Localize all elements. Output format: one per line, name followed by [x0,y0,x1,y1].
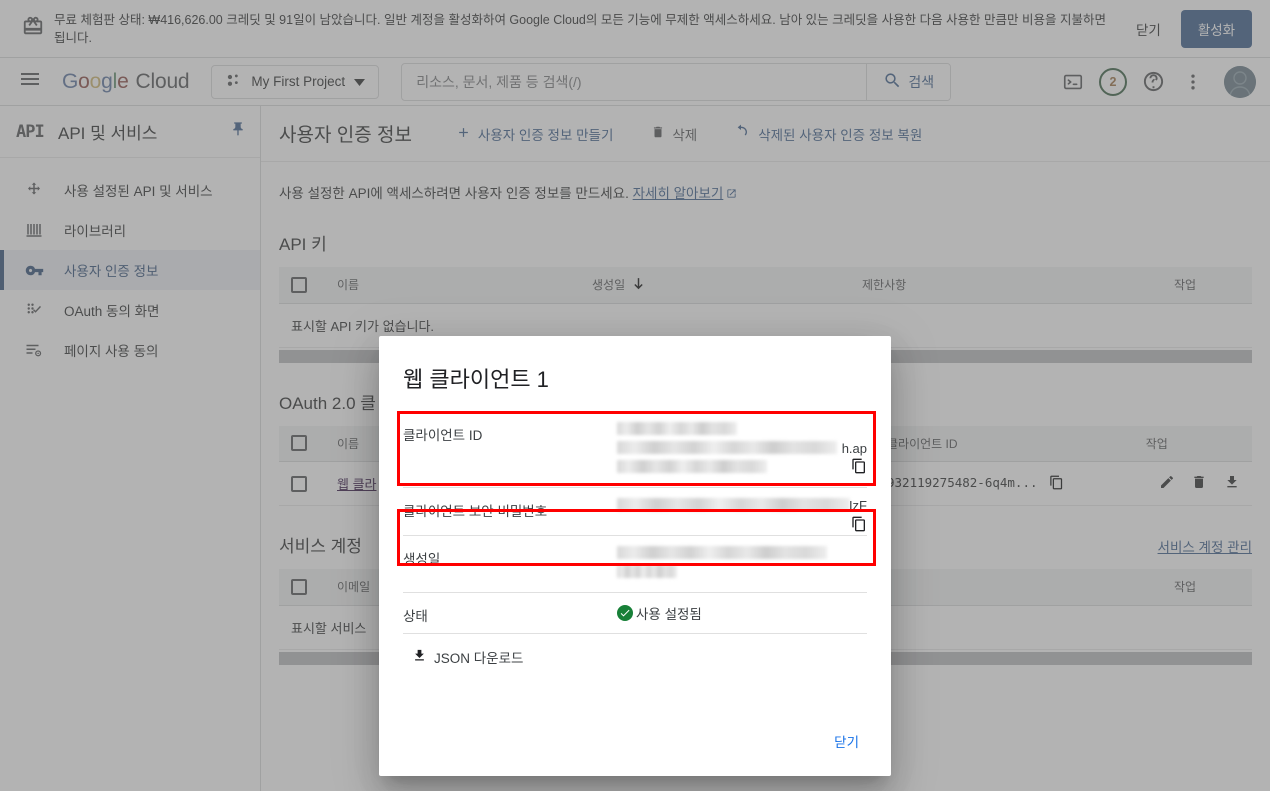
status-row: 상태 사용 설정됨 [403,593,867,634]
client-secret-label: 클라이언트 보안 비밀번호 [403,504,548,519]
check-circle-icon [617,605,633,621]
dialog-close-button[interactable]: 닫기 [826,722,867,760]
redacted-text [617,460,767,473]
copy-icon[interactable] [851,516,867,535]
redacted-text [617,441,837,454]
status-text: 사용 설정됨 [636,607,702,622]
created-date-value [617,546,867,584]
download-json-button[interactable]: JSON 다운로드 [403,634,867,667]
client-secret-visible-tail: IzF [848,498,867,513]
copy-icon[interactable] [851,458,867,477]
redacted-text [617,565,677,578]
created-date-label: 생성일 [403,552,441,567]
redacted-text [617,422,737,435]
created-date-row: 생성일 [403,536,867,593]
redacted-text [617,498,850,511]
client-id-visible-tail: h.ap [841,441,867,456]
client-id-row: 클라이언트 ID h.ap [403,412,867,488]
oauth-client-details-dialog: 웹 클라이언트 1 클라이언트 ID h.ap 클라이언트 보안 비밀번호 Iz… [379,336,891,776]
dialog-body: 클라이언트 ID h.ap 클라이언트 보안 비밀번호 IzF 생성일 상태 사… [379,412,891,722]
status-value: 사용 설정됨 [617,603,867,623]
client-id-value: h.ap [617,422,867,479]
client-id-label: 클라이언트 ID [403,428,483,443]
client-secret-row: 클라이언트 보안 비밀번호 IzF [403,488,867,536]
dialog-footer: 닫기 [379,722,891,776]
redacted-text [617,546,827,559]
download-icon [412,648,427,666]
dialog-title: 웹 클라이언트 1 [403,367,549,392]
status-label: 상태 [403,609,428,624]
client-secret-value: IzF [617,498,867,532]
download-json-label: JSON 다운로드 [434,651,524,666]
